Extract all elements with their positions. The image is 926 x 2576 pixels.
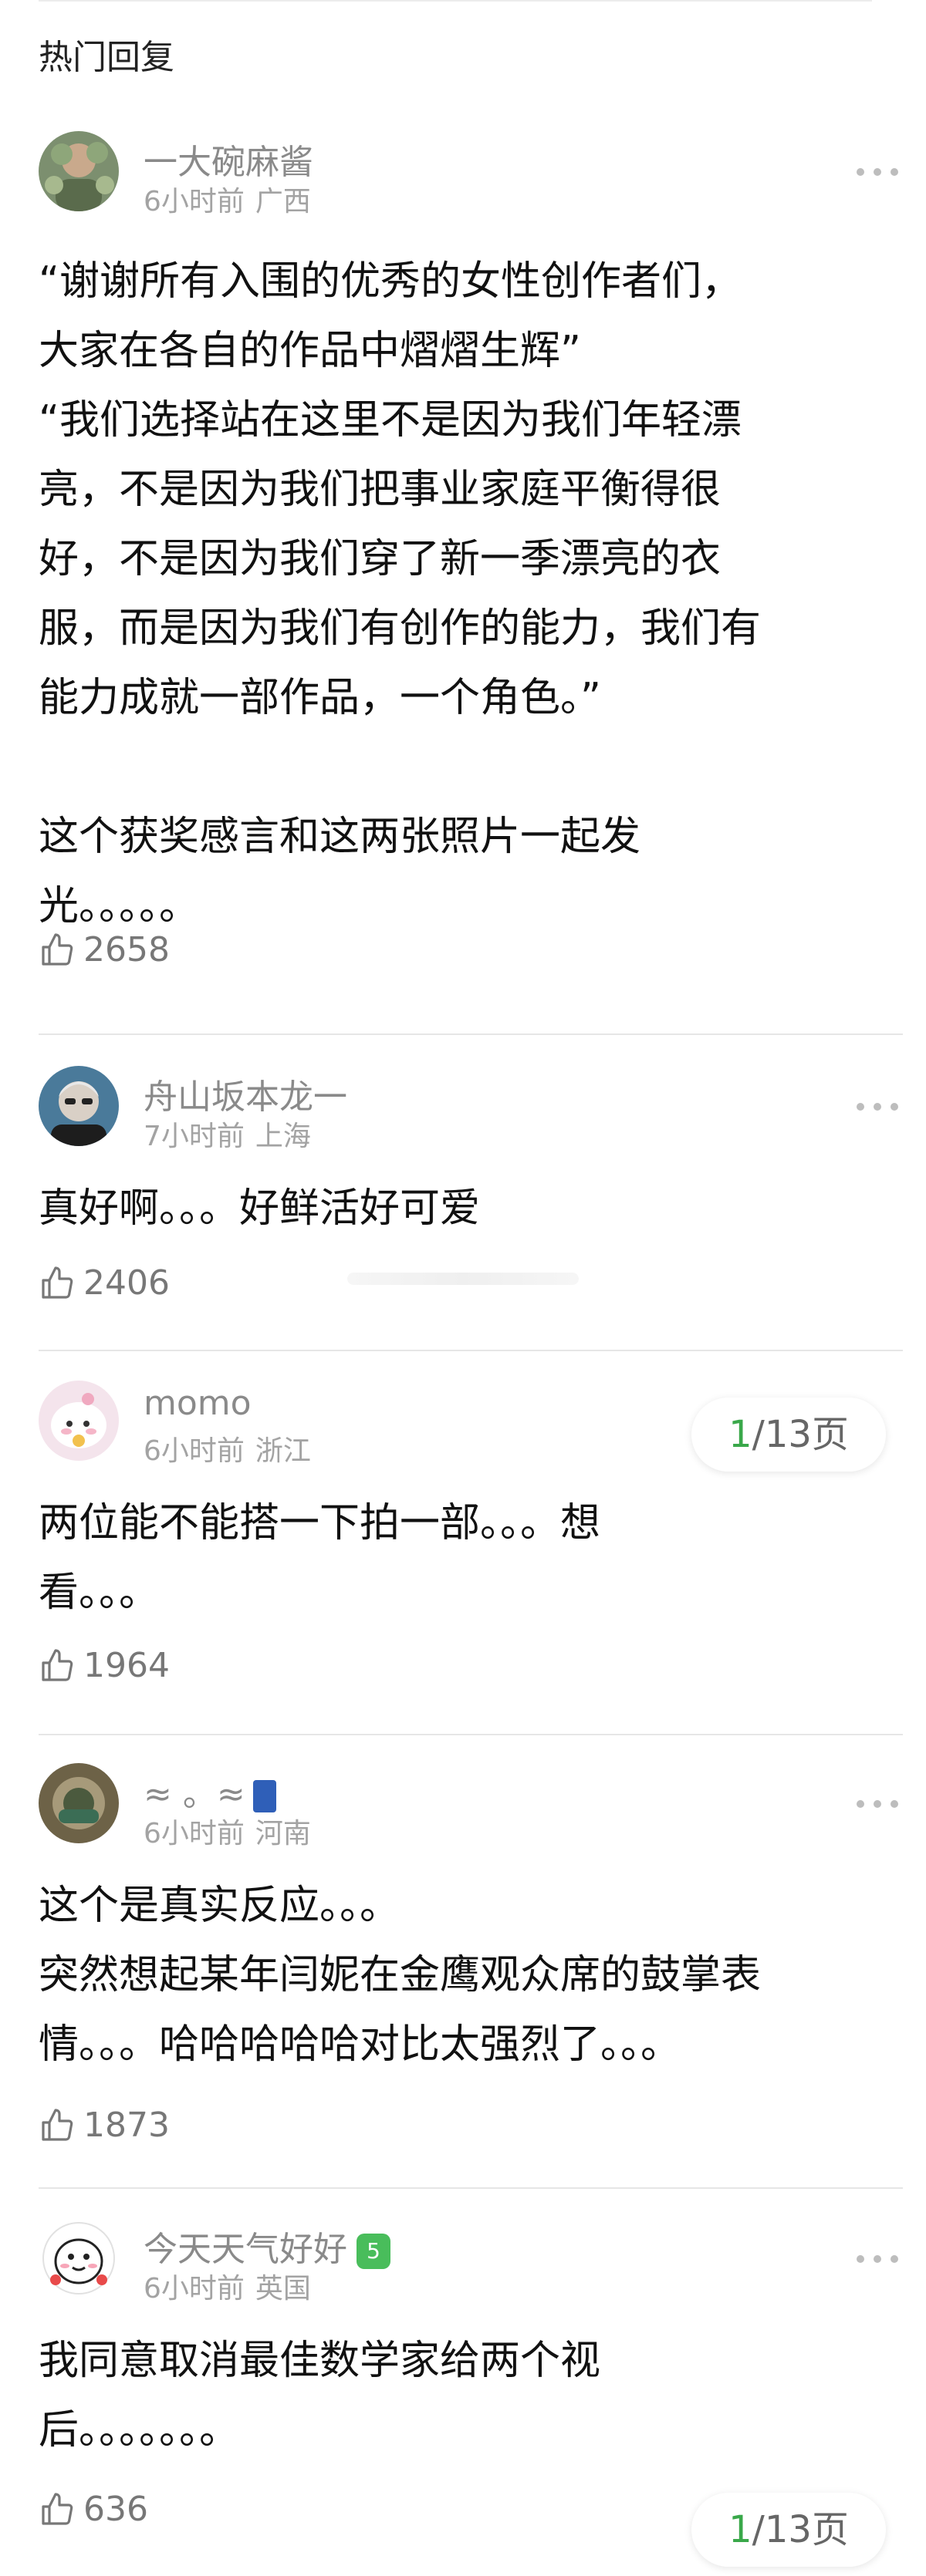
top-divider bbox=[39, 0, 872, 2]
comment-location: 广西 bbox=[255, 186, 311, 217]
username[interactable]: 一大碗麻酱 bbox=[144, 134, 313, 184]
page-current: 1 bbox=[728, 1413, 752, 1456]
username[interactable]: 今天天气好好 5 bbox=[144, 2221, 390, 2271]
comment-item: 一大碗麻酱 6小时前 广西 “谢谢所有入围的优秀的女性创作者们， 大家在各自的作品… bbox=[39, 131, 903, 987]
avatar[interactable] bbox=[39, 131, 119, 211]
username[interactable]: ≈ 。≈ bbox=[144, 1766, 276, 1816]
comment-item: 舟山坂本龙一 7小时前 上海 真好啊。。。好鲜活好可爱 2406 bbox=[39, 1066, 903, 1320]
like-button[interactable]: 1964 bbox=[39, 1646, 170, 1685]
comment-location: 英国 bbox=[255, 2273, 311, 2305]
avatar[interactable] bbox=[39, 1763, 119, 1843]
section-title: 热门回复 bbox=[39, 38, 174, 77]
like-count: 2406 bbox=[83, 1263, 170, 1303]
page-indicator[interactable]: 1/13页 bbox=[691, 1398, 886, 1472]
comment-divider bbox=[39, 1350, 903, 1351]
more-dots-icon[interactable] bbox=[857, 2241, 903, 2272]
page-indicator[interactable]: 1/13页 bbox=[691, 2493, 886, 2567]
like-button[interactable]: 636 bbox=[39, 2490, 148, 2529]
username-text: 今天天气好好 bbox=[144, 2230, 347, 2269]
comment-text: 这个是真实反应。。。 突然想起某年闫妮在金鹰观众席的鼓掌表 情。。。哈哈哈哈哈对… bbox=[39, 1883, 762, 2068]
like-count: 636 bbox=[83, 2490, 148, 2529]
comment-meta: 6小时前 英国 bbox=[144, 2266, 311, 2306]
like-count: 2658 bbox=[83, 930, 170, 969]
username[interactable]: 舟山坂本龙一 bbox=[144, 1069, 347, 1118]
comment-divider bbox=[39, 1734, 903, 1735]
avatar[interactable] bbox=[39, 2218, 119, 2298]
more-dots-icon[interactable] bbox=[857, 154, 903, 185]
comment-meta: 6小时前 广西 bbox=[144, 179, 311, 219]
comment-location: 河南 bbox=[255, 1818, 311, 1849]
page-total: /13页 bbox=[752, 2508, 849, 2551]
comment-time: 6小时前 bbox=[144, 1818, 245, 1849]
faded-overlay-bar bbox=[347, 1273, 579, 1285]
thumbs-up-icon bbox=[42, 932, 73, 966]
more-dots-icon[interactable] bbox=[857, 1786, 903, 1817]
comment-meta: 7小时前 上海 bbox=[144, 1114, 311, 1154]
comment-text: 两位能不能搭一下拍一部。。。想 看。。。 bbox=[39, 1500, 601, 1616]
comment-item: ≈ 。≈ 6小时前 河南 这个是真实反应。。。 突然想起某年闫妮在金鹰观众席的鼓掌… bbox=[39, 1763, 903, 2156]
box-emoji-icon bbox=[252, 1780, 276, 1812]
thumbs-up-icon bbox=[42, 1266, 73, 1299]
thumbs-up-icon bbox=[42, 2492, 73, 2525]
comment-text: 真好啊。。。好鲜活好可爱 bbox=[39, 1185, 481, 1232]
comment-time: 7小时前 bbox=[144, 1121, 245, 1152]
avatar[interactable] bbox=[39, 1066, 119, 1146]
comment-meta: 6小时前 河南 bbox=[144, 1811, 311, 1851]
comment-text: “谢谢所有入围的优秀的女性创作者们， 大家在各自的作品中熠熠生辉” “我们选择站… bbox=[39, 258, 762, 929]
like-count: 1964 bbox=[83, 1646, 170, 1685]
page-total: /13页 bbox=[752, 1413, 849, 1456]
avatar[interactable] bbox=[39, 1381, 119, 1461]
comment-meta: 6小时前 浙江 bbox=[144, 1428, 311, 1468]
like-count: 1873 bbox=[83, 2106, 170, 2145]
level-badge: 5 bbox=[357, 2234, 390, 2269]
username-text: ≈ 。≈ bbox=[144, 1775, 245, 1814]
thumbs-up-icon bbox=[42, 2108, 73, 2141]
comment-time: 6小时前 bbox=[144, 1435, 245, 1467]
like-button[interactable]: 2658 bbox=[39, 930, 170, 969]
comment-location: 浙江 bbox=[255, 1435, 311, 1467]
thumbs-up-icon bbox=[42, 1648, 73, 1681]
page-current: 1 bbox=[728, 2508, 752, 2551]
comment-text: 我同意取消最佳数学家给两个视 后。。。。。。。 bbox=[39, 2338, 601, 2453]
like-button[interactable]: 2406 bbox=[39, 1263, 170, 1303]
comment-divider bbox=[39, 1033, 903, 1035]
comment-time: 6小时前 bbox=[144, 2273, 245, 2305]
more-dots-icon[interactable] bbox=[857, 1089, 903, 1120]
comment-location: 上海 bbox=[255, 1121, 311, 1152]
comment-divider bbox=[39, 2187, 903, 2189]
username[interactable]: momo bbox=[144, 1384, 252, 1423]
like-button[interactable]: 1873 bbox=[39, 2106, 170, 2145]
comment-time: 6小时前 bbox=[144, 186, 245, 217]
